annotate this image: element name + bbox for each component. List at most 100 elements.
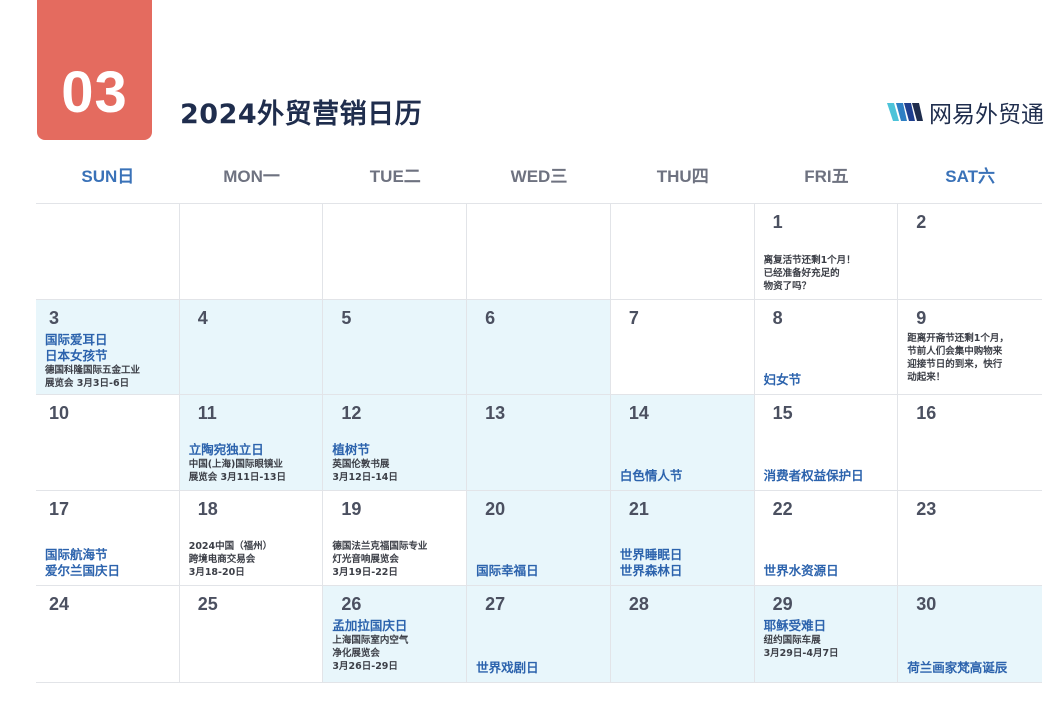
- event-label: 耶稣受难日: [763, 618, 827, 634]
- day-content: 消费者权益保护日: [764, 468, 892, 484]
- day-cell-18[interactable]: 18 2024中国（福州） 跨境电商交易会 3月18-20日: [179, 490, 324, 587]
- day-cell-10[interactable]: 10: [36, 395, 180, 491]
- day-cell-2[interactable]: 2: [898, 204, 1042, 300]
- day-cell-16[interactable]: 16: [898, 395, 1042, 491]
- weekday-sun: SUN日: [81, 167, 135, 186]
- day-cell-5[interactable]: 5: [323, 299, 468, 396]
- weekday-header: SUN日 MON一 TUE二 WED三 THU四 FRI五 SAT六: [36, 162, 1042, 190]
- day-cell-1[interactable]: 1 离复活节还剩1个月！ 已经准备好充足的 物资了吗？: [754, 204, 899, 300]
- day-cell-28[interactable]: 28: [610, 586, 755, 682]
- day-cell-empty: [610, 204, 755, 300]
- day-cell-15[interactable]: 15 消费者权益保护日: [754, 395, 899, 491]
- day-content: 孟加拉国庆日 上海国际室内空气 净化展览会 3月26日-29日: [332, 618, 460, 673]
- day-number: 19: [341, 498, 362, 519]
- day-content: 世界戏剧日: [476, 660, 604, 676]
- wm-logo-icon: [887, 103, 923, 121]
- event-note: 纽约国际车展 3月29日-4月7日: [763, 635, 839, 660]
- event-note: 德国科隆国际五金工业 展览会 3月3日-6日: [45, 364, 141, 389]
- day-number: 22: [772, 498, 793, 519]
- day-number: 17: [49, 498, 70, 519]
- day-cell-23[interactable]: 23: [898, 491, 1042, 587]
- event-note: 英国伦敦书展 3月12日-14日: [332, 458, 398, 483]
- day-content: 荷兰画家梵高诞辰: [907, 660, 1036, 676]
- day-cell-20[interactable]: 20 国际幸福日: [467, 490, 611, 587]
- day-number: 1: [772, 212, 783, 232]
- day-cell-11[interactable]: 11 立陶宛独立日 中国(上海)国际眼镜业 展览会 3月11日-13日: [179, 395, 324, 491]
- day-number: 5: [341, 307, 352, 328]
- day-cell-empty: [36, 204, 180, 300]
- day-cell-17[interactable]: 17 国际航海节 爱尔兰国庆日: [36, 490, 180, 587]
- day-cell-13[interactable]: 13: [467, 395, 611, 491]
- day-content: 2024中国（福州） 跨境电商交易会 3月18-20日: [189, 540, 317, 579]
- day-cell-4[interactable]: 4: [179, 299, 324, 396]
- event-label: 消费者权益保护日: [763, 467, 864, 483]
- event-label: 世界水资源日: [763, 563, 839, 579]
- day-cell-26[interactable]: 26 孟加拉国庆日 上海国际室内空气 净化展览会 3月26日-29日: [323, 586, 468, 682]
- day-cell-24[interactable]: 24: [36, 586, 180, 682]
- day-number: 15: [772, 403, 793, 424]
- day-number: 24: [49, 594, 70, 615]
- day-cell-empty: [179, 204, 324, 300]
- event-label: 植树节: [332, 441, 370, 457]
- brand: 网易外贸通: [887, 95, 1044, 129]
- day-number: 16: [916, 403, 937, 424]
- day-number: 4: [197, 307, 208, 328]
- event-note: 离复活节还剩1个月！ 已经准备好充足的 物资了吗？: [763, 255, 856, 292]
- day-cell-8[interactable]: 8 妇女节: [754, 299, 899, 396]
- day-number: 14: [628, 403, 649, 424]
- day-content: 白色情人节: [620, 468, 748, 484]
- day-content: 耶稣受难日 纽约国际车展 3月29日-4月7日: [764, 618, 892, 660]
- day-cell-27[interactable]: 27 世界戏剧日: [467, 586, 611, 682]
- day-number: 18: [197, 498, 218, 519]
- event-label: 世界森林日: [619, 563, 683, 579]
- day-cell-25[interactable]: 25: [180, 586, 324, 682]
- day-number: 12: [341, 403, 362, 424]
- day-content: 国际幸福日: [476, 563, 604, 579]
- event-label: 立陶宛独立日: [188, 441, 264, 457]
- event-label: 荷兰画家梵高诞辰: [907, 659, 1008, 675]
- event-label: 爱尔兰国庆日: [45, 563, 121, 579]
- day-cell-9[interactable]: 9 距离开斋节还剩1个月， 节前人们会集中购物来 迎接节日的到来，快行 动起来！: [898, 300, 1042, 396]
- day-number: 21: [628, 498, 649, 519]
- day-number: 2: [916, 212, 927, 232]
- day-cell-3[interactable]: 3 国际爱耳日 日本女孩节 德国科隆国际五金工业 展览会 3月3日-6日: [36, 299, 180, 396]
- event-note: 上海国际室内空气 净化展览会 3月26日-29日: [332, 635, 409, 673]
- day-number: 9: [916, 307, 927, 328]
- day-cell-empty: [323, 204, 468, 300]
- day-content: 世界睡眠日 世界森林日: [620, 547, 748, 579]
- day-cell-6[interactable]: 6: [467, 299, 611, 396]
- day-content: 离复活节还剩1个月！ 已经准备好充足的 物资了吗？: [764, 254, 892, 293]
- day-number: 28: [628, 594, 649, 615]
- event-label: 国际航海节: [45, 547, 108, 563]
- day-number: 25: [197, 594, 218, 615]
- event-note: 中国(上海)国际眼镜业 展览会 3月11日-13日: [188, 458, 287, 483]
- day-content: 植树节 英国伦敦书展 3月12日-14日: [332, 442, 460, 484]
- day-cell-30[interactable]: 30 荷兰画家梵高诞辰: [898, 586, 1042, 682]
- day-cell-21[interactable]: 21 世界睡眠日 世界森林日: [610, 490, 755, 587]
- day-number: 8: [772, 307, 783, 328]
- day-cell-29[interactable]: 29 耶稣受难日 纽约国际车展 3月29日-4月7日: [754, 586, 899, 682]
- day-cell-empty: [467, 204, 611, 300]
- event-note: 距离开斋节还剩1个月， 节前人们会集中购物来 迎接节日的到来，快行 动起来！: [907, 332, 1009, 383]
- event-note: 德国法兰克福国际专业 灯光音响展览会 3月19日-22日: [332, 541, 428, 579]
- day-cell-7[interactable]: 7: [610, 299, 755, 396]
- day-number: 6: [485, 307, 496, 328]
- day-cell-19[interactable]: 19 德国法兰克福国际专业 灯光音响展览会 3月19日-22日: [323, 490, 468, 587]
- day-number: 10: [49, 403, 70, 424]
- event-label: 国际幸福日: [476, 563, 539, 579]
- weekday-mon: MON一: [223, 167, 280, 186]
- weekday-sat: SAT六: [945, 167, 996, 186]
- day-number: 27: [485, 594, 506, 615]
- day-cell-22[interactable]: 22 世界水资源日: [754, 490, 899, 587]
- calendar-grid: 1 离复活节还剩1个月！ 已经准备好充足的 物资了吗？ 2 3 国际爱耳日 日本…: [36, 203, 1042, 683]
- weekday-thu: THU四: [656, 167, 709, 186]
- day-cell-12[interactable]: 12 植树节 英国伦敦书展 3月12日-14日: [323, 395, 468, 491]
- day-number: 20: [485, 498, 506, 519]
- day-number: 23: [916, 498, 937, 519]
- day-cell-14[interactable]: 14 白色情人节: [610, 395, 755, 491]
- event-note: 2024中国（福州） 跨境电商交易会 3月18-20日: [188, 541, 273, 579]
- event-label: 妇女节: [763, 372, 802, 388]
- day-number: 11: [197, 403, 217, 424]
- day-number: 26: [341, 594, 362, 615]
- month-badge: 03: [37, 0, 152, 140]
